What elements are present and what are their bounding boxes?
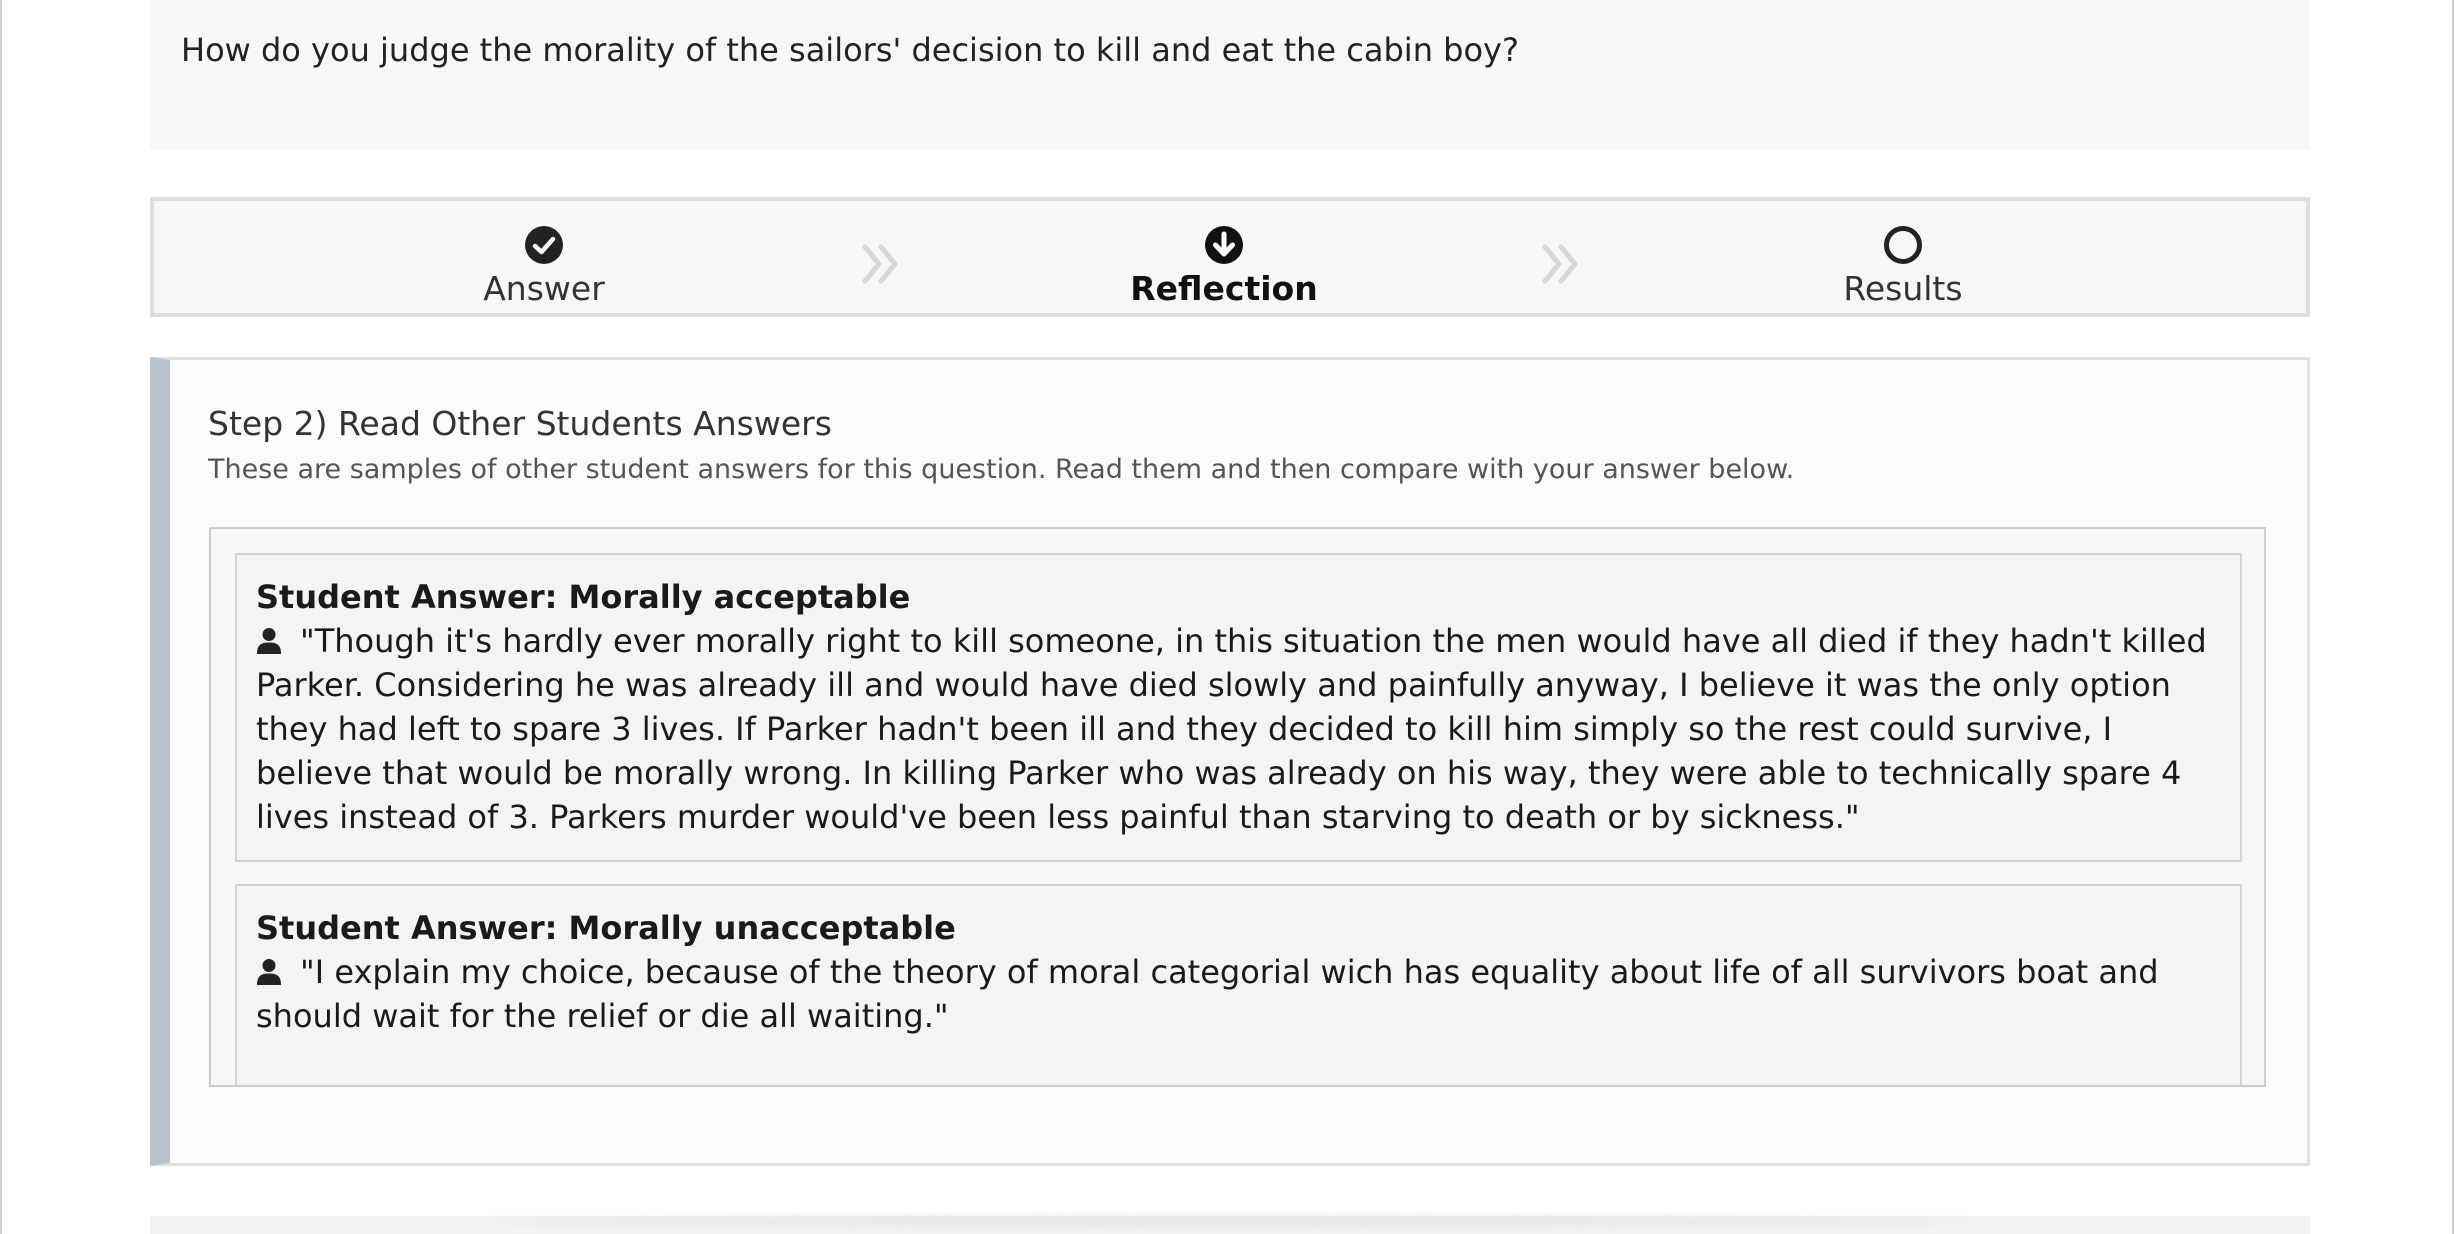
panel-subtitle: These are samples of other student answe…	[208, 454, 1795, 485]
answer-body: "Though it's hardly ever morally right t…	[256, 619, 2222, 839]
page: How do you judge the morality of the sai…	[0, 0, 2454, 1234]
student-answer-card: Student Answer: Morally unacceptable "I …	[235, 884, 2242, 1085]
step-label-answer: Answer	[483, 269, 605, 308]
question-text: How do you judge the morality of the sai…	[181, 31, 1519, 69]
step-reflection: Reflection	[1044, 225, 1404, 311]
student-answer-card: Student Answer: Morally acceptable "Thou…	[235, 553, 2242, 862]
double-chevron-right-icon	[862, 244, 898, 284]
panel-title: Step 2) Read Other Students Answers	[208, 404, 832, 443]
next-section-edge	[150, 1216, 2310, 1234]
answer-text: "Though it's hardly ever morally right t…	[256, 622, 2207, 836]
double-chevron-right-icon	[1542, 244, 1578, 284]
answer-text: "I explain my choice, because of the the…	[256, 953, 2159, 1035]
check-circle-icon	[525, 226, 563, 264]
step-label-results: Results	[1843, 269, 1963, 308]
student-answers-list[interactable]: Student Answer: Morally acceptable "Thou…	[209, 527, 2266, 1087]
empty-circle-icon	[1884, 226, 1922, 264]
answer-heading: Student Answer: Morally unacceptable	[256, 909, 956, 947]
answer-heading: Student Answer: Morally acceptable	[256, 578, 911, 616]
user-icon	[257, 959, 281, 985]
reflection-panel: Step 2) Read Other Students Answers Thes…	[150, 357, 2310, 1166]
step-label-reflection: Reflection	[1130, 269, 1318, 308]
step-results: Results	[1723, 225, 2083, 311]
progress-steps: Answer Reflection Results	[150, 197, 2310, 317]
arrow-down-circle-icon	[1205, 226, 1243, 264]
user-icon	[257, 628, 281, 654]
question-box: How do you judge the morality of the sai…	[150, 0, 2310, 150]
answer-body: "I explain my choice, because of the the…	[256, 950, 2222, 1038]
step-answer: Answer	[364, 225, 724, 311]
